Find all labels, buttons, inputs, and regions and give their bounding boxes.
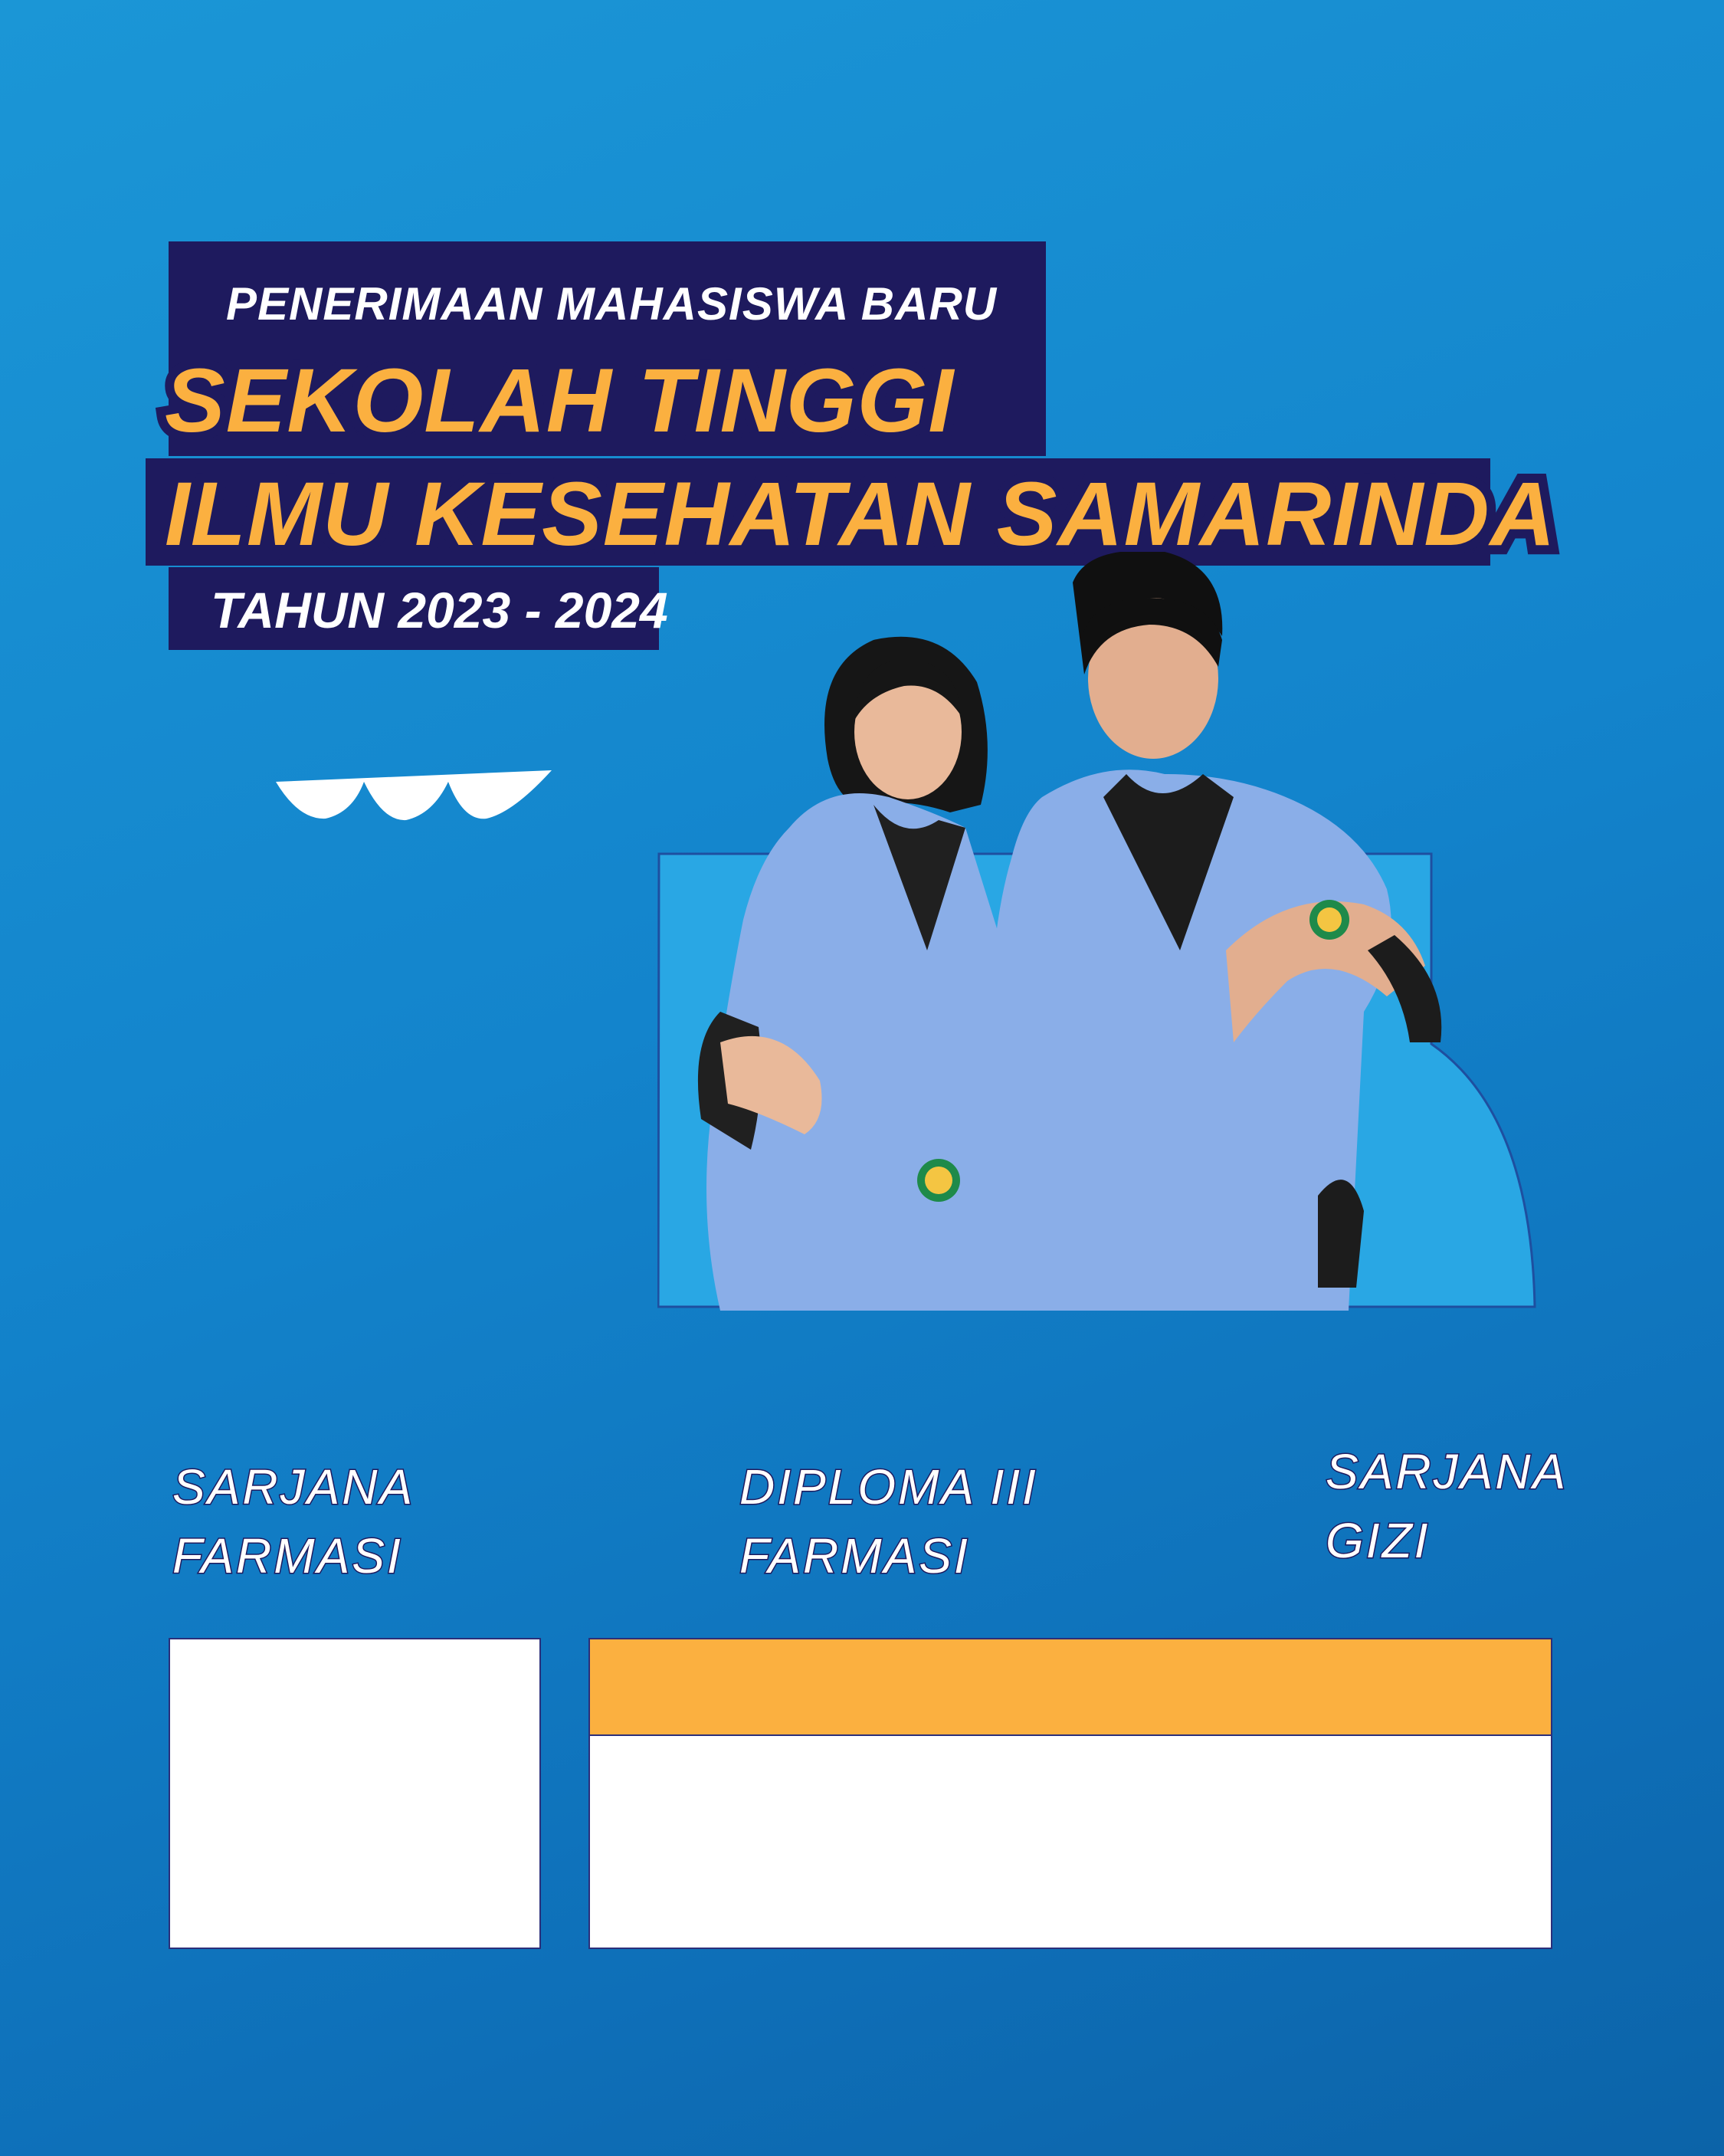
- kicker-text: PENERIMAAN MAHASISWA BARU: [226, 278, 998, 330]
- page-title-line2: ILMU KESEHATAN SAMARINDA: [156, 454, 1565, 574]
- program-line: SARJANA: [171, 1459, 415, 1516]
- students-photo-image: [697, 552, 1442, 1311]
- right-box-header-bar: [588, 1638, 1552, 1736]
- program-sarjana-farmasi: SARJANA FARMASI: [171, 1452, 415, 1590]
- program-line: GIZI: [1324, 1512, 1431, 1570]
- page-title-line1: SEKOLAH TINGGI: [156, 341, 962, 461]
- program-line: FARMASI: [171, 1528, 403, 1585]
- program-line: SARJANA: [1324, 1443, 1568, 1501]
- left-content-box: [169, 1638, 541, 1949]
- program-line: FARMASI: [739, 1528, 970, 1585]
- program-sarjana-gizi: SARJANA GIZI: [1324, 1437, 1568, 1575]
- program-diploma-farmasi: DIPLOMA III FARMASI: [739, 1452, 1038, 1590]
- right-content-box: [588, 1734, 1552, 1949]
- year-text: TAHUN 2023 - 2024: [211, 582, 668, 638]
- wave-decoration-icon: [276, 770, 552, 821]
- program-line: DIPLOMA III: [739, 1459, 1038, 1516]
